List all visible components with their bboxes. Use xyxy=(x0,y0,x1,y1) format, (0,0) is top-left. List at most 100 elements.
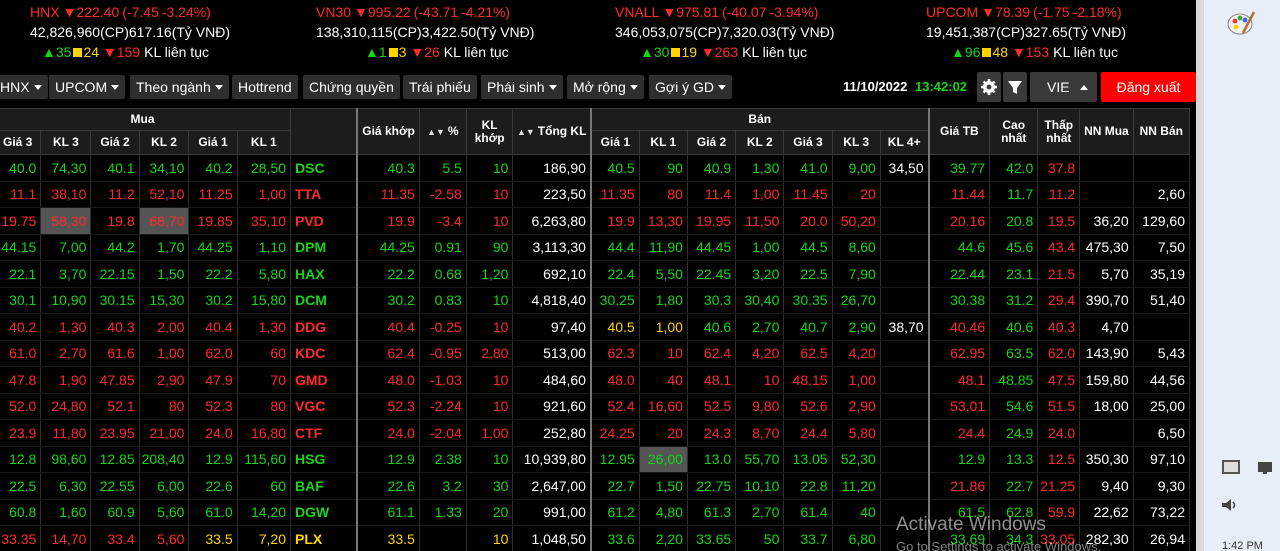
expand-dropdown[interactable]: Mở rộng xyxy=(567,75,644,99)
buy-vol-2-cell: 1,00 xyxy=(139,340,190,367)
match-vol-cell: 1,00 xyxy=(466,419,514,447)
symbol-cell[interactable]: TTA xyxy=(290,181,358,208)
sell-price-2-cell: 40.6 xyxy=(687,313,737,341)
avg-price-cell: 30.38 xyxy=(927,287,991,314)
hottrend-button[interactable]: Hottrend xyxy=(232,75,298,99)
table-row[interactable]: 40.2 1,30 40.3 2,00 40.4 1,30 DDG 40.4 -0.25 10 97… xyxy=(0,313,1191,341)
sell-vol-4-header: KL 4+ xyxy=(879,130,930,155)
buy-price-3-cell: 60.8 xyxy=(0,499,42,526)
table-row[interactable]: 11.1 38,10 11.2 52,10 11.25 1,00 TTA 11.35 -2.58… xyxy=(0,181,1191,208)
speaker-icon[interactable] xyxy=(1221,497,1239,513)
table-row[interactable]: 44.15 7,00 44.2 1,70 44.25 1,10 DPM 44.25 0.91 90… xyxy=(0,234,1191,261)
table-row[interactable]: 12.8 98,60 12.85 208,40 12.9 115,60 HSG 12.9 2.3… xyxy=(0,446,1191,473)
buy-price-2-cell: 33.4 xyxy=(90,525,140,551)
match-price-header[interactable]: Giá khớp xyxy=(356,108,420,155)
logout-button[interactable]: Đăng xuất xyxy=(1101,72,1196,102)
table-row[interactable]: 19.75 58,30 19.8 68,70 19.85 35,10 PVD 19.9 -3.4… xyxy=(0,207,1191,235)
industry-dropdown[interactable]: Theo ngành xyxy=(130,75,229,99)
index-note: KL liên tục xyxy=(443,44,509,60)
bond-button[interactable]: Trái phiếu xyxy=(403,75,477,99)
index-vnall[interactable]: VNALL ▼975.81 (-40.07 -3.94%) 346,053,075(CP… xyxy=(615,0,875,66)
symbol-cell[interactable]: DCM xyxy=(290,287,358,314)
sell-vol-1-cell: 1,50 xyxy=(639,472,688,500)
filter-button[interactable] xyxy=(1003,72,1027,102)
display-icon[interactable] xyxy=(1222,460,1240,474)
page-scrollbar[interactable] xyxy=(1196,0,1204,551)
change-pct-cell: 0.83 xyxy=(419,287,467,314)
table-row[interactable]: 22.5 6,30 22.55 6,00 22.6 60 BAF 22.6 3.2 30 2,647… xyxy=(0,472,1191,500)
symbol-cell[interactable]: VGC xyxy=(290,393,358,420)
sell-vol-3-cell: 6,80 xyxy=(832,525,881,551)
table-row[interactable]: 22.1 3,70 22.15 1,50 22.2 5,80 HAX 22.2 0.68 1,20… xyxy=(0,260,1191,288)
table-row[interactable]: 61.0 2,70 61.6 1,00 62.0 60 KDC 62.4 -0.95 2,80 51… xyxy=(0,340,1191,367)
table-row[interactable]: 30.1 10,90 30.15 15,30 30.2 15,80 DCM 30.2 0.83 1… xyxy=(0,287,1191,314)
tray-clock[interactable]: 1:42 PM xyxy=(1222,540,1263,551)
symbol-cell[interactable]: PLX xyxy=(290,525,358,551)
buy-vol-2-cell: 6,00 xyxy=(139,472,190,500)
total-vol-cell: 513,00 xyxy=(512,340,592,367)
total-vol-header[interactable]: ▲▼ Tổng KL xyxy=(512,108,592,155)
buy-price-3-cell: 40.2 xyxy=(0,313,42,341)
buy-price-1-cell: 30.2 xyxy=(188,287,238,314)
index-change: (-43.71 xyxy=(413,4,459,20)
sell-price-1-cell: 33.6 xyxy=(589,525,640,551)
index-note: KL liên tục xyxy=(1053,44,1118,60)
sort-icon: ▲▼ xyxy=(516,126,535,137)
table-row[interactable]: 52.0 24,80 52.1 80 52.3 80 VGC 52.3 -2.24 10 921,6… xyxy=(0,393,1191,420)
paint-palette-icon[interactable] xyxy=(1226,8,1256,38)
table-row[interactable]: 40.0 74,30 40.1 34,10 40.2 28,50 DSC 40.3 5.5 10 1… xyxy=(0,154,1191,182)
high-price-cell: 11.7 xyxy=(989,181,1039,208)
suggest-dropdown[interactable]: Gợi ý GD xyxy=(649,75,732,99)
index-upcom[interactable]: UPCOM ▼78.39 (-1.75 -2.18%) 19,451,387(CP)32… xyxy=(926,0,1186,66)
upcom-dropdown[interactable]: UPCOM xyxy=(49,75,126,99)
index-name: UPCOM xyxy=(926,4,979,20)
symbol-cell[interactable]: DPM xyxy=(290,234,358,261)
sell-price-3-cell: 24.4 xyxy=(783,419,833,447)
derivative-dropdown[interactable]: Phái sinh xyxy=(481,75,563,99)
sell-vol-3-cell: 2,90 xyxy=(832,313,881,341)
buy-price-2-cell: 60.9 xyxy=(90,499,140,526)
symbol-cell[interactable]: KDC xyxy=(290,340,358,367)
index-line-breadth: ▲1 3 ▼26 KL liên tục xyxy=(365,44,509,60)
symbol-cell[interactable]: HAX xyxy=(290,260,358,288)
low-price-cell: 11.2 xyxy=(1037,181,1081,208)
symbol-cell[interactable]: PVD xyxy=(290,207,358,235)
table-row[interactable]: 23.9 11,80 23.95 21,00 24.0 16,80 CTF 24.0 -2.04… xyxy=(0,419,1191,447)
sell-vol-2-cell: 1,00 xyxy=(735,181,785,208)
sell-price-3-cell: 48.15 xyxy=(783,366,833,394)
index-vn30[interactable]: VN30 ▼995.22 (-43.71 -4.21%) 138,310,115(CP)… xyxy=(316,0,576,66)
sell-vol-1-cell: 40 xyxy=(639,366,688,394)
symbol-cell[interactable]: DSC xyxy=(290,154,358,182)
symbol-cell[interactable]: DGW xyxy=(290,499,358,526)
sell-price-3-cell: 52.6 xyxy=(783,393,833,420)
symbol-cell[interactable]: CTF xyxy=(290,419,358,447)
low-price-cell: 37.8 xyxy=(1037,154,1081,182)
symbol-cell[interactable]: DDG xyxy=(290,313,358,341)
pct-header[interactable]: ▲▼% xyxy=(418,108,467,155)
match-vol-cell: 10 xyxy=(466,313,514,341)
buy-price-1-cell: 52.3 xyxy=(188,393,238,420)
change-pct-cell: -2.58 xyxy=(419,181,467,208)
language-dropdown[interactable]: VIE xyxy=(1030,72,1097,102)
sell-vol-1-cell: 20 xyxy=(639,419,688,447)
match-price-cell: 12.9 xyxy=(356,446,420,473)
match-vol-header[interactable]: KL khớp xyxy=(465,108,514,155)
warrant-button[interactable]: Chứng quyền xyxy=(303,75,400,99)
sell-vol-4-cell xyxy=(880,393,930,420)
avg-price-cell: 21.86 xyxy=(927,472,991,500)
sell-vol-3-header: KL 3 xyxy=(831,130,881,155)
sell-vol-2-cell: 55,70 xyxy=(735,446,785,473)
symbol-cell[interactable]: HSG xyxy=(290,446,358,473)
hnx-dropdown[interactable]: HNX xyxy=(0,75,48,99)
index-hnx[interactable]: HNX ▼222.40 (-7.45 -3.24%) 42,826,960(CP)617… xyxy=(30,0,270,66)
symbol-cell[interactable]: GMD xyxy=(290,366,358,394)
network-icon[interactable] xyxy=(1258,462,1272,474)
sell-price-1-cell: 40.5 xyxy=(589,154,640,182)
settings-button[interactable] xyxy=(977,72,1001,102)
buy-price-2-cell: 47.85 xyxy=(90,366,140,394)
symbol-cell[interactable]: BAF xyxy=(290,472,358,500)
table-row[interactable]: 47.8 1,90 47.85 2,90 47.9 70 GMD 48.0 -1.03 10 484… xyxy=(0,366,1191,394)
index-value: ▼995.22 xyxy=(354,4,411,20)
low-price-cell: 19.5 xyxy=(1037,207,1081,235)
buy-price-1-cell: 33.5 xyxy=(188,525,238,551)
